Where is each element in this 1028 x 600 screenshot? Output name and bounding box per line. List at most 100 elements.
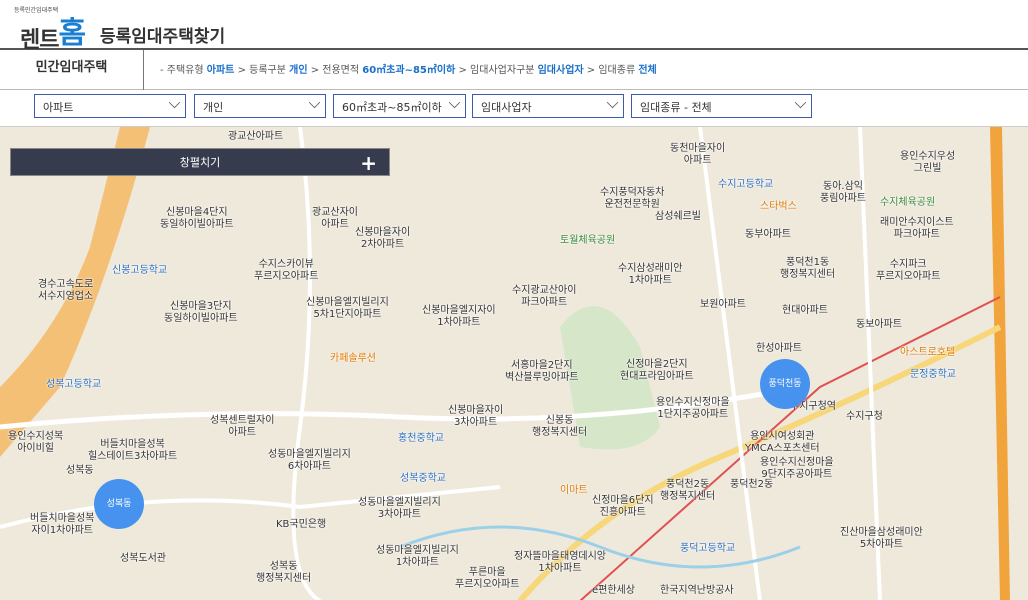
map-label[interactable]: 신정마을2단지 현대프라임아파트: [620, 359, 694, 383]
housing-type-select[interactable]: 아파트: [34, 94, 186, 118]
crumb-value: 임대사업자: [537, 65, 584, 76]
map-label[interactable]: 신봉마을엘지자이 1차아파트: [422, 305, 496, 329]
crumb-value: 개인: [289, 65, 308, 76]
expand-panel-bar[interactable]: 창펼치기 +: [10, 148, 390, 176]
map-label[interactable]: 동부아파트: [745, 229, 791, 241]
map-label[interactable]: 동천마을자이 아파트: [670, 143, 725, 167]
plus-icon[interactable]: +: [360, 149, 377, 177]
crumb-value: 전체: [638, 65, 657, 76]
landlord-type-select[interactable]: 임대사업자: [472, 94, 624, 118]
cluster-marker[interactable]: 풍덕천동: [760, 359, 810, 409]
crumb-label: > 등록구분: [237, 65, 290, 76]
map-label[interactable]: 광교산자이 아파트: [312, 207, 358, 231]
map-label[interactable]: 용인수지신정마을 9단지주공아파트: [760, 457, 834, 481]
filter-bar: 아파트 개인 60㎡초과~85㎡이하 임대사업자 임대종류 - 전체: [0, 90, 1028, 126]
map-label[interactable]: 아스트로호텔: [900, 347, 955, 359]
chevron-down-icon: [168, 96, 181, 109]
map-label[interactable]: 수지고등학교: [718, 179, 773, 191]
crumb-value: 60㎡초과~85㎡이하: [362, 65, 456, 76]
map-label[interactable]: 풍덕천2동 행정복지센터: [660, 479, 715, 503]
map[interactable]: 광교산아파트동천마을자이 아파트 수지풍덕자동차 운전전문학원 수지고등학교 동아.삼…: [0, 126, 1028, 600]
map-label[interactable]: 신봉마을자이 2차아파트: [355, 227, 410, 251]
map-label[interactable]: 풍덕고등학교: [680, 543, 735, 555]
map-label[interactable]: 신봉마을엘지빌리지 5차1단지아파트: [306, 297, 389, 321]
select-value: 개인: [203, 101, 224, 114]
map-label[interactable]: 버들치마을성복 힐스테이트3차아파트: [88, 439, 177, 463]
crumb-value: 아파트: [206, 65, 235, 76]
map-label[interactable]: 성복고등학교: [46, 379, 101, 391]
map-label[interactable]: 경수고속도로 서수지영업소: [38, 279, 93, 303]
map-label[interactable]: 용인시여성회관 YMCA스포츠센터: [745, 431, 820, 455]
map-label[interactable]: 성복동 행정복지센터: [256, 561, 311, 585]
map-label[interactable]: 수지파크 푸르지오아파트: [876, 259, 940, 283]
registration-type-select[interactable]: 개인: [194, 94, 326, 118]
map-label[interactable]: 광교산아파트: [228, 131, 283, 143]
map-label[interactable]: 현대아파트: [782, 305, 828, 317]
map-label[interactable]: 진산마을삼성래미안 5차아파트: [840, 527, 923, 551]
cluster-marker[interactable]: 성복동: [94, 479, 144, 529]
select-value: 임대종류 - 전체: [640, 101, 712, 114]
map-label[interactable]: 동아.삼익 풍림아파트: [820, 181, 866, 205]
chevron-down-icon: [308, 96, 321, 109]
map-label[interactable]: 홍천중학교: [398, 433, 444, 445]
select-value: 60㎡초과~85㎡이하: [342, 101, 442, 114]
map-label[interactable]: 동보아파트: [856, 319, 902, 331]
map-label[interactable]: 수지삼성래미안 1차아파트: [618, 263, 682, 287]
map-label[interactable]: 한국지역난방공사: [660, 585, 734, 597]
map-label[interactable]: e편한세상: [592, 585, 635, 597]
map-label[interactable]: 신정마을6단지 진흥아파트: [592, 495, 654, 519]
map-label[interactable]: 신봉고등학교: [112, 265, 167, 277]
map-label[interactable]: 푸른마을 푸르지오아파트: [455, 567, 519, 591]
crumb-label: > 전용면적: [310, 65, 363, 76]
map-label[interactable]: 풍덕천1동 행정복지센터: [780, 257, 835, 281]
map-label[interactable]: 토월체육공원: [560, 235, 615, 247]
map-label[interactable]: 성복동: [66, 465, 94, 477]
map-label[interactable]: 신봉마을3단지 동일하이빌아파트: [164, 301, 238, 325]
map-label[interactable]: 성복도서관: [120, 553, 166, 565]
area-select[interactable]: 60㎡초과~85㎡이하: [333, 94, 466, 118]
map-label[interactable]: 성복중학교: [400, 473, 446, 485]
map-label[interactable]: 신봉마을4단지 동일하이빌아파트: [160, 207, 234, 231]
expand-panel-label: 창펼치기: [179, 156, 221, 169]
select-value: 아파트: [43, 101, 74, 114]
map-label[interactable]: 수지스카이뷰 푸르지오아파트: [254, 259, 318, 283]
map-label[interactable]: 보원아파트: [700, 299, 746, 311]
crumb-label: > 임대사업자구분: [458, 65, 538, 76]
map-label[interactable]: 용인수지신정마을 1단지주공아파트: [656, 397, 730, 421]
map-label[interactable]: 성동마을엘지빌리지 3차아파트: [358, 497, 441, 521]
map-label[interactable]: 수지체육공원: [880, 197, 935, 209]
crumb-label: - 주택유형: [160, 65, 207, 76]
map-label[interactable]: 한성아파트: [756, 343, 802, 355]
map-label[interactable]: 성동마을엘지빌리지 6차아파트: [268, 449, 351, 473]
map-label[interactable]: 카페솔루션: [330, 353, 376, 365]
map-label[interactable]: 삼성쉐르빌: [655, 211, 701, 223]
map-label[interactable]: KB국민은행: [276, 519, 326, 531]
map-label[interactable]: 성복센트럴자이 아파트: [210, 415, 274, 439]
rental-type-select[interactable]: 임대종류 - 전체: [631, 94, 812, 118]
chevron-down-icon: [606, 96, 619, 109]
crumb-label: > 임대종류: [586, 65, 639, 76]
map-label[interactable]: 수지구청: [846, 411, 883, 423]
page-title: 등록임대주택찾기: [100, 27, 226, 47]
map-label[interactable]: 신봉마을자이 3차아파트: [448, 405, 503, 429]
header: 등록민간임대주택 렌트홈 등록임대주택찾기: [0, 0, 1028, 53]
chevron-down-icon: [794, 96, 807, 109]
map-label[interactable]: 래미안수지이스트 파크아파트: [880, 217, 954, 241]
map-label[interactable]: 용인수지우성 그린빌: [900, 151, 955, 175]
map-label[interactable]: 문정중학교: [910, 369, 956, 381]
map-label[interactable]: 스타벅스: [760, 201, 797, 213]
logo-right: 홈: [58, 16, 86, 51]
map-label[interactable]: 수지광교산아이 파크아파트: [512, 285, 576, 309]
map-label[interactable]: 이마트: [560, 485, 588, 497]
category-title: 민간임대주택: [0, 50, 144, 90]
map-label[interactable]: 수지풍덕자동차 운전전문학원: [600, 187, 664, 211]
map-label[interactable]: 용인수지성복 아이비힐: [8, 431, 63, 455]
map-label[interactable]: 버들치마을성복 자이1차아파트: [30, 513, 94, 537]
map-label[interactable]: 신봉동 행정복지센터: [532, 415, 587, 439]
map-label[interactable]: 정자뜰마을태영데시앙 1차아파트: [514, 551, 606, 575]
map-label[interactable]: 서홍마을2단지 벽산블루밍아파트: [505, 360, 579, 384]
map-label[interactable]: 성동마을엘지빌리지 1차아파트: [376, 545, 459, 569]
breadcrumb-bar: 민간임대주택 - 주택유형 아파트 > 등록구분 개인 > 전용면적 60㎡초과…: [0, 50, 1028, 90]
breadcrumb: - 주택유형 아파트 > 등록구분 개인 > 전용면적 60㎡초과~85㎡이하 …: [160, 61, 657, 76]
chevron-down-icon: [448, 96, 461, 109]
